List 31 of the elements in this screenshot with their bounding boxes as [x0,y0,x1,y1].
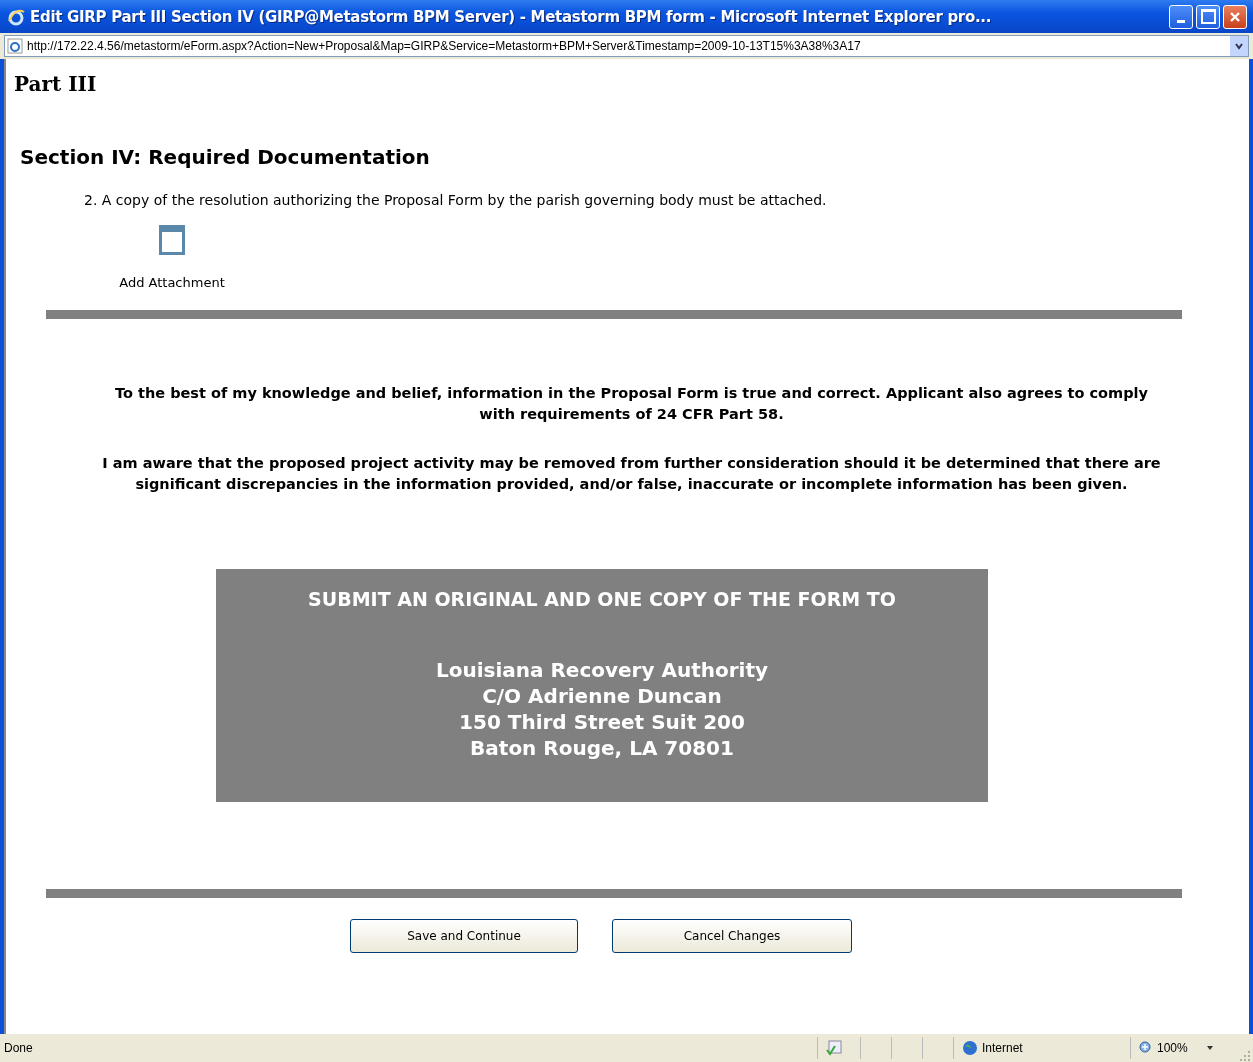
minimize-button[interactable] [1169,4,1193,29]
close-button[interactable] [1223,4,1247,29]
zoom-control[interactable]: 100% [1130,1037,1237,1059]
statement-text: I am aware that the proposed project activity may be removed from further consideration should it be determined that there are significant discrepancies in the information provided, and/or false, inaccurate or incomplete information has been given. [101,454,1162,494]
page-check-icon [826,1040,842,1056]
part-title: Part III [14,72,98,97]
add-attachment-button[interactable]: Add Attachment [102,225,242,290]
security-zone: Internet [982,1041,1023,1055]
clipboard-icon [159,225,185,255]
address-line: Baton Rouge, LA 70801 [470,735,734,761]
resize-grip-icon [1239,1050,1251,1062]
zoom-icon [1139,1041,1153,1055]
maximize-button[interactable] [1196,4,1220,29]
cancel-button[interactable]: Cancel Changes [612,919,852,953]
caret-icon [1205,1044,1214,1052]
address-line: C/O Adrienne Duncan [482,683,722,709]
globe-icon [962,1040,978,1056]
instruction-text: 2. A copy of the resolution authorizing the Proposal Form by the parish governing body must be attached. [84,192,828,209]
page-icon [7,38,23,54]
window-title: Edit GIRP Part III Section IV (GIRP@Metastorm BPM Server) - Metastorm BPM form - Microsoft Internet Explorer pro... [30,7,993,26]
address-line: 150 Third Street Suit 200 [459,709,745,735]
status-text: Done [3,1041,34,1055]
url-text: http://172.22.4.56/metastorm/eForm.aspx?Action=New+Proposal&Map=GIRP&Service=Metastorm+BPM+Server&Timestamp=2009-10-13T15%3A38%3A17 [27,39,862,53]
section-heading: Section IV: Required Documentation [20,144,431,170]
submit-heading: SUBMIT AN ORIGINAL AND ONE COPY OF THE FORM TO [308,587,896,611]
statement-text: To the best of my knowledge and belief, information in the Proposal Form is true and correct. Applicant also agrees to comply with requirements of 24 CFR Part 58. [114,384,1149,424]
save-button[interactable]: Save and Continue [350,919,578,953]
caret-icon [1234,41,1244,51]
dropdown-button[interactable] [1230,36,1248,56]
address-line: Louisiana Recovery Authority [435,657,769,683]
address-field[interactable]: http://172.22.4.56/metastorm/eForm.aspx?Action=New+Proposal&Map=GIRP&Service=Metastorm+BPM+Server&Timestamp=2009-10-13T15%3A38%3A17 [4,35,1249,57]
